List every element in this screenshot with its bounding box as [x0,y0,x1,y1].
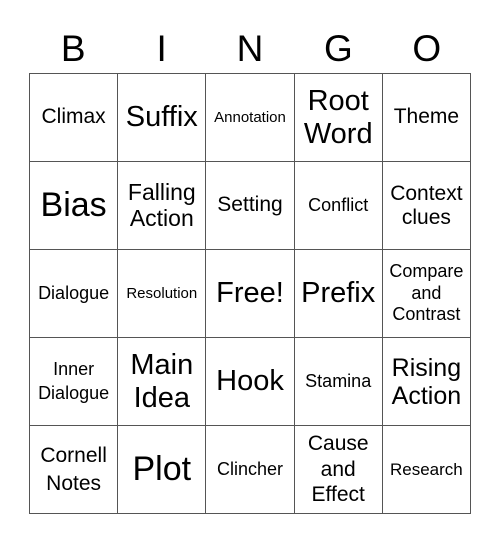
bingo-cell[interactable]: Cause and Effect [294,426,383,514]
bingo-grid: Climax Suffix Annotation Root Word Theme… [29,73,471,514]
cell-text: Context clues [390,181,463,229]
cell-text: Research [390,459,463,479]
cell-text: Stamina [305,371,372,392]
cell-text: Free! [216,276,284,309]
cell-text: Cause and Effect [307,432,369,507]
cell-text: Root Word [303,85,373,150]
bingo-header: B I N G O [29,26,471,72]
bingo-cell[interactable]: Suffix [118,74,207,162]
bingo-cell[interactable]: Context clues [382,162,471,250]
bingo-cell[interactable]: Resolution [118,250,207,338]
cell-text: Clincher [216,459,283,480]
bingo-cell[interactable]: Prefix [294,250,383,338]
cell-text: Prefix [301,276,376,309]
bingo-cell[interactable]: Dialogue [30,250,119,338]
header-letter-o: O [412,28,442,69]
bingo-cell[interactable]: Root Word [294,74,383,162]
bingo-cell[interactable]: Hook [206,338,295,426]
cell-text: Cornell Notes [40,444,107,495]
cell-text: Main Idea [130,349,194,414]
header-letter-i: I [156,28,167,69]
cell-text: Theme [393,105,460,129]
header-letter-b: B [60,28,86,69]
cell-text: Resolution [126,284,198,302]
header-letter-g: G [324,28,353,69]
cell-text: Climax [41,105,106,129]
bingo-cell[interactable]: Setting [206,162,295,250]
bingo-cell[interactable]: Theme [382,74,471,162]
bingo-cell[interactable]: Compare and Contrast [382,250,471,338]
bingo-cell[interactable]: Cornell Notes [30,426,119,514]
cell-text: Dialogue [38,283,110,304]
bingo-cell[interactable]: Plot [118,426,207,514]
cell-text: Bias [40,185,107,224]
cell-text: Suffix [125,100,198,133]
free-space-cell[interactable]: Free! [206,250,295,338]
bingo-cell[interactable]: Climax [30,74,119,162]
cell-text: Hook [216,364,284,397]
header-letter-n: N [236,28,264,69]
bingo-cell[interactable]: Stamina [294,338,383,426]
bingo-cell[interactable]: Bias [30,162,119,250]
cell-text: Falling Action [127,178,196,231]
bingo-cell[interactable]: Main Idea [118,338,207,426]
bingo-cell[interactable]: Clincher [206,426,295,514]
bingo-cell[interactable]: Inner Dialogue [30,338,119,426]
cell-text: Rising Action [391,353,462,410]
cell-text: Inner Dialogue [38,359,110,403]
cell-text: Compare and Contrast [389,260,464,325]
cell-text: Conflict [308,195,369,216]
bingo-cell[interactable]: Falling Action [118,162,207,250]
bingo-cell[interactable]: Conflict [294,162,383,250]
bingo-cell[interactable]: Research [382,426,471,514]
bingo-cell[interactable]: Rising Action [382,338,471,426]
cell-text: Annotation [214,108,286,126]
bingo-cell[interactable]: Annotation [206,74,295,162]
cell-text: Setting [217,193,283,217]
cell-text: Plot [132,449,192,488]
